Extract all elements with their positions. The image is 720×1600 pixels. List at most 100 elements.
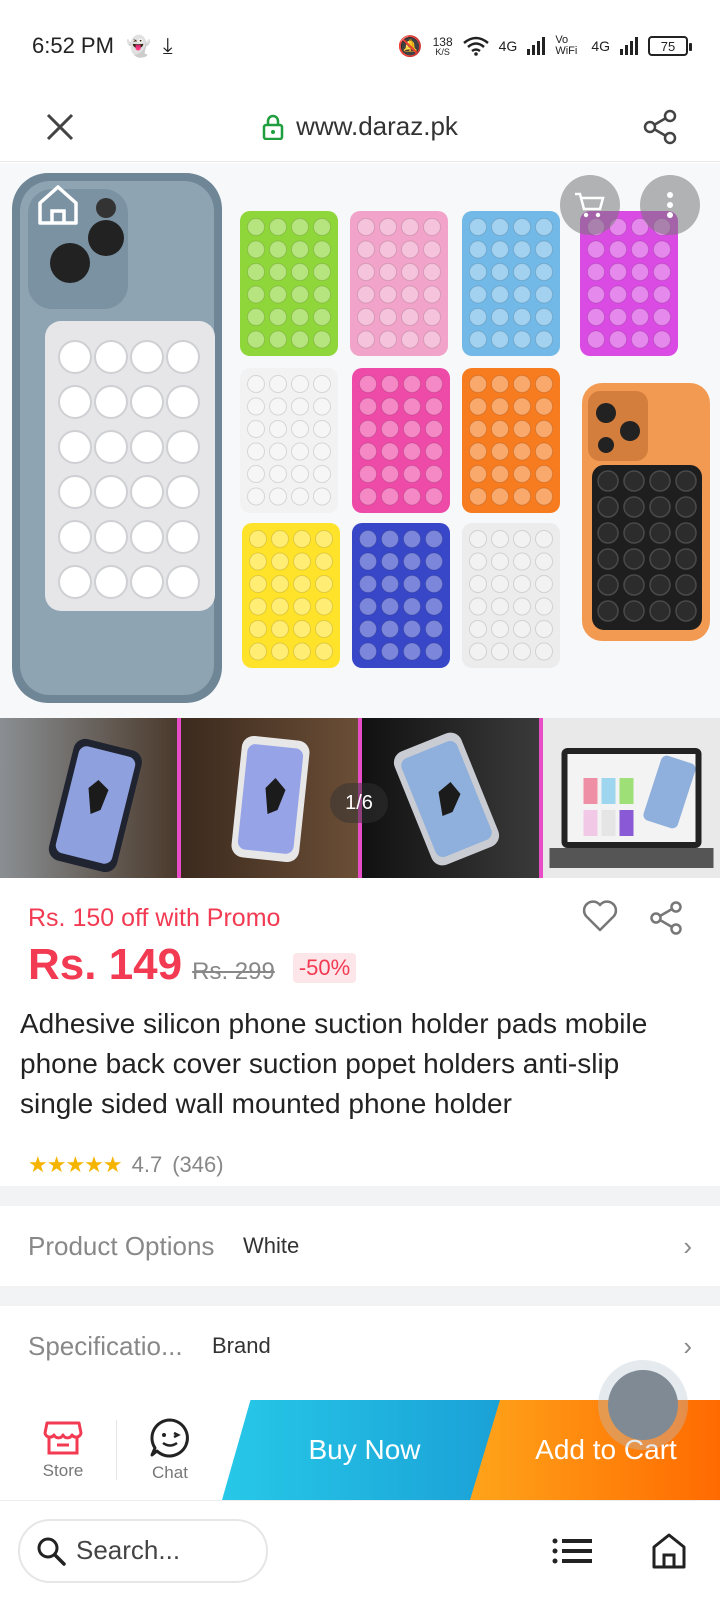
pad-cup: [535, 285, 553, 304]
url-display[interactable]: www.daraz.pk: [262, 111, 458, 142]
pad-cup: [379, 285, 397, 304]
buy-now-button[interactable]: Buy Now: [222, 1400, 507, 1500]
pad-cup: [425, 575, 443, 593]
thumbnail-4[interactable]: [543, 718, 720, 878]
pad-cup: [381, 530, 399, 548]
pad-cup: [247, 308, 265, 326]
more-vertical-icon: [667, 192, 673, 218]
pad-cup: [357, 308, 375, 326]
net-speed: 138 K/S: [433, 36, 453, 57]
product-title: Adhesive silicon phone suction holder pa…: [20, 1008, 648, 1119]
close-button[interactable]: [36, 103, 84, 151]
camera-lens: [598, 437, 614, 453]
suction-cup: [58, 430, 92, 464]
product-rating[interactable]: ★★★★★ 4.7 (346): [28, 1152, 224, 1178]
pad-cup: [535, 218, 553, 236]
product-options-row[interactable]: Product Options White ›: [0, 1206, 720, 1286]
suction-pad-9: [352, 523, 450, 668]
product-options-label: Product Options: [28, 1230, 215, 1261]
share-product-icon[interactable]: [648, 900, 684, 936]
signal-2-icon: [620, 37, 638, 55]
pad-cup: [359, 530, 377, 548]
lock-icon: [262, 114, 284, 140]
home-nav-icon[interactable]: [652, 1533, 686, 1569]
pad-cup: [469, 620, 487, 638]
pad-cup: [269, 263, 287, 281]
thumbnail-3[interactable]: [362, 718, 543, 878]
pad-cup: [609, 263, 627, 281]
black-pad-cup: [675, 496, 697, 518]
store-label: Store: [42, 1461, 84, 1480]
pad-cup: [491, 375, 509, 393]
pad-cup: [291, 397, 309, 416]
pad-cup: [315, 620, 333, 638]
pad-cup: [535, 465, 553, 483]
pad-cup: [269, 442, 287, 461]
more-overlay-button[interactable]: [640, 175, 700, 235]
pad-cup: [381, 465, 399, 483]
pad-cup: [513, 240, 531, 259]
pad-cup: [403, 552, 421, 571]
chat-button[interactable]: Chat: [117, 1400, 223, 1500]
pad-cup: [513, 218, 531, 236]
pad-cup: [247, 397, 265, 416]
camera-lens: [88, 220, 124, 256]
suction-cup: [166, 520, 200, 554]
list-menu-icon[interactable]: [552, 1538, 592, 1564]
pad-cup: [313, 375, 331, 393]
pad-cup: [423, 218, 441, 236]
suction-cup: [58, 475, 92, 509]
pad-cup: [381, 552, 399, 571]
promo-text[interactable]: Rs. 150 off with Promo: [28, 904, 280, 933]
volte-label: Vo WiFi: [555, 34, 578, 57]
pad-cup: [291, 308, 309, 326]
pad-cup: [313, 420, 331, 438]
store-icon: [43, 1421, 83, 1455]
pad-cup: [271, 575, 289, 593]
thumbnail-1[interactable]: [0, 718, 181, 878]
pad-cup: [315, 575, 333, 593]
pad-cup: [403, 620, 421, 638]
pad-cup: [247, 263, 265, 281]
pad-cup: [535, 487, 553, 506]
pad-cup: [249, 530, 267, 548]
pad-cup: [315, 642, 333, 661]
wishlist-heart-icon[interactable]: [582, 900, 618, 932]
pad-cup: [271, 597, 289, 616]
store-button[interactable]: Store: [10, 1400, 116, 1500]
pad-cup: [513, 375, 531, 393]
original-price: Rs. 299: [192, 958, 275, 985]
pad-cup: [293, 552, 311, 571]
pad-cup: [535, 330, 553, 349]
pad-cup: [293, 642, 311, 661]
pad-cup: [379, 263, 397, 281]
pad-cup: [491, 308, 509, 326]
rating-stars: ★★★★★: [28, 1152, 123, 1177]
product-main-image[interactable]: [0, 163, 720, 718]
pad-cup: [535, 620, 553, 638]
signal-1-icon: [527, 37, 546, 55]
net-speed-unit: K/S: [435, 46, 450, 57]
pad-cup: [291, 465, 309, 483]
specifications-row[interactable]: Specificatio... Brand ›: [0, 1306, 720, 1386]
pad-cup: [491, 442, 509, 461]
pad-cup: [291, 218, 309, 236]
share-page-button[interactable]: [636, 103, 684, 151]
pad-cup: [513, 330, 531, 349]
pad-cup: [469, 263, 487, 281]
pad-cup: [513, 530, 531, 548]
pad-cup: [535, 442, 553, 461]
pad-cup: [535, 597, 553, 616]
add-to-cart-button[interactable]: Add to Cart: [470, 1400, 720, 1500]
search-box[interactable]: Search...: [18, 1518, 268, 1583]
suction-cup: [130, 340, 164, 374]
pad-cup: [535, 397, 553, 416]
suction-cup: [94, 385, 128, 419]
pad-cup: [249, 642, 267, 661]
floating-assistant-bubble[interactable]: [608, 1370, 678, 1440]
home-overlay-button[interactable]: [28, 175, 88, 235]
snapchat-icon: 👻: [125, 35, 151, 58]
black-pad-cup: [623, 574, 645, 596]
cart-overlay-button[interactable]: [560, 175, 620, 235]
black-pad-cup: [675, 600, 697, 622]
